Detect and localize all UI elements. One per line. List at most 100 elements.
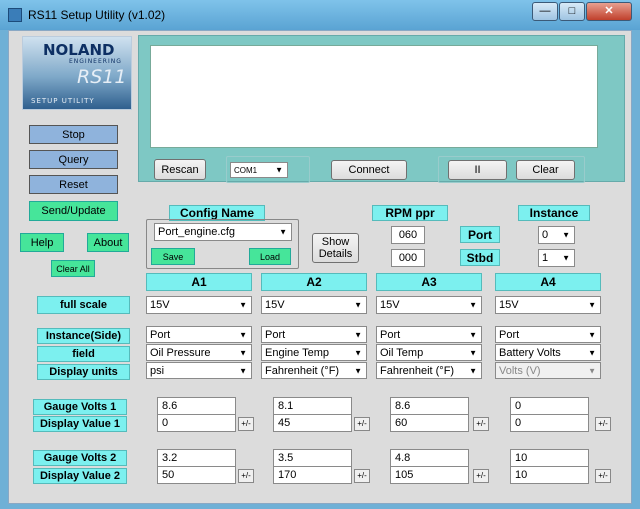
a3-plus-minus-2-button[interactable]: +/- <box>473 469 489 483</box>
a4-field-select[interactable]: Battery Volts ▼ <box>495 344 601 361</box>
minimize-button[interactable]: — <box>532 2 558 21</box>
about-button[interactable]: About <box>87 233 129 252</box>
a3-units-select[interactable]: Fahrenheit (°F) ▼ <box>376 362 482 379</box>
column-header-a3: A3 <box>376 273 482 291</box>
chevron-down-icon: ▼ <box>469 348 477 357</box>
instance-port-value: 0 <box>542 229 549 241</box>
rescan-button[interactable]: Rescan <box>154 159 206 180</box>
a2-field-select[interactable]: Engine Temp ▼ <box>261 344 367 361</box>
gauge-volts-2-label: Gauge Volts 2 <box>33 450 127 466</box>
chevron-down-icon: ▼ <box>469 366 477 375</box>
instance-stbd-value: 1 <box>542 252 549 264</box>
noland-logo: NOLAND ENGINEERING RS11 SETUP UTILITY <box>22 36 132 110</box>
a1-plus-minus-2-button[interactable]: +/- <box>238 469 254 483</box>
a2-display-value-2-input[interactable]: 170 <box>273 466 352 484</box>
maximize-button[interactable]: □ <box>559 2 585 21</box>
display-value-2-label: Display Value 2 <box>33 468 127 484</box>
a1-display-value-2-input[interactable]: 50 <box>157 466 236 484</box>
a2-gauge-volts-1-input[interactable]: 8.1 <box>273 397 352 415</box>
a1-full-scale-value: 15V <box>150 299 170 311</box>
a2-plus-minus-1-button[interactable]: +/- <box>354 417 370 431</box>
a4-full-scale-select[interactable]: 15V ▼ <box>495 296 601 314</box>
a1-full-scale-select[interactable]: 15V ▼ <box>146 296 252 314</box>
com-port-value: COM1 <box>234 165 258 175</box>
a1-display-value-1-input[interactable]: 0 <box>157 414 236 432</box>
a2-units-select[interactable]: Fahrenheit (°F) ▼ <box>261 362 367 379</box>
logo-sub: ENGINEERING <box>69 58 122 65</box>
help-button[interactable]: Help <box>20 233 64 252</box>
instance-label: Instance <box>518 205 590 221</box>
console-output[interactable] <box>150 45 598 148</box>
a3-plus-minus-1-button[interactable]: +/- <box>473 417 489 431</box>
stop-button[interactable]: Stop <box>29 125 118 144</box>
column-header-a4: A4 <box>495 273 601 291</box>
instance-stbd-select[interactable]: 1 ▼ <box>538 249 575 267</box>
instance-port-select[interactable]: 0 ▼ <box>538 226 575 244</box>
a2-units-value: Fahrenheit (°F) <box>265 364 340 377</box>
query-button[interactable]: Query <box>29 150 118 169</box>
a4-display-value-2-input[interactable]: 10 <box>510 466 589 484</box>
clear-all-button[interactable]: Clear All <box>51 260 95 277</box>
config-file-select[interactable]: Port_engine.cfg ▼ <box>154 223 292 241</box>
a2-side-select[interactable]: Port ▼ <box>261 326 367 343</box>
chevron-down-icon: ▼ <box>279 227 287 237</box>
a4-gauge-volts-1-input[interactable]: 0 <box>510 397 589 415</box>
a2-display-value-1-input[interactable]: 45 <box>273 414 352 432</box>
chevron-down-icon: ▼ <box>588 348 596 357</box>
reset-button[interactable]: Reset <box>29 175 118 194</box>
a1-gauge-volts-1-input[interactable]: 8.6 <box>157 397 236 415</box>
a1-side-value: Port <box>150 328 171 341</box>
a1-units-value: psi <box>150 364 165 377</box>
chevron-down-icon: ▼ <box>469 300 477 310</box>
a4-gauge-volts-2-input[interactable]: 10 <box>510 449 589 467</box>
pause-button[interactable]: II <box>448 160 507 180</box>
a3-full-scale-select[interactable]: 15V ▼ <box>376 296 482 314</box>
rpm-port-input[interactable]: 060 <box>391 226 425 244</box>
send-update-button[interactable]: Send/Update <box>29 201 118 221</box>
a3-display-value-1-input[interactable]: 60 <box>390 414 469 432</box>
a4-plus-minus-2-button[interactable]: +/- <box>595 469 611 483</box>
a3-gauge-volts-1-input[interactable]: 8.6 <box>390 397 469 415</box>
chevron-down-icon: ▼ <box>239 366 247 375</box>
logo-product: RS11 <box>77 66 127 88</box>
a4-side-select[interactable]: Port ▼ <box>495 326 601 343</box>
a1-field-value: Oil Pressure <box>150 346 211 359</box>
chevron-down-icon: ▼ <box>239 300 247 310</box>
chevron-down-icon: ▼ <box>588 366 596 375</box>
display-value-1-label: Display Value 1 <box>33 416 127 432</box>
a3-display-value-2-input[interactable]: 105 <box>390 466 469 484</box>
chevron-down-icon: ▼ <box>239 348 247 357</box>
com-port-select[interactable]: COM1 ▼ <box>230 162 288 178</box>
show-details-button[interactable]: Show Details <box>312 233 359 263</box>
clear-button[interactable]: Clear <box>516 160 575 180</box>
a4-plus-minus-1-button[interactable]: +/- <box>595 417 611 431</box>
connect-button[interactable]: Connect <box>331 160 407 180</box>
a2-plus-minus-2-button[interactable]: +/- <box>354 469 370 483</box>
a2-full-scale-select[interactable]: 15V ▼ <box>261 296 367 314</box>
a4-display-value-1-input[interactable]: 0 <box>510 414 589 432</box>
chevron-down-icon: ▼ <box>354 330 362 339</box>
rpm-stbd-input[interactable]: 000 <box>391 249 425 267</box>
a1-gauge-volts-2-input[interactable]: 3.2 <box>157 449 236 467</box>
save-button[interactable]: Save <box>151 248 195 265</box>
a1-units-select[interactable]: psi ▼ <box>146 362 252 379</box>
a3-side-select[interactable]: Port ▼ <box>376 326 482 343</box>
a2-field-value: Engine Temp <box>265 346 330 359</box>
a1-side-select[interactable]: Port ▼ <box>146 326 252 343</box>
close-button[interactable]: ✕ <box>586 2 632 21</box>
a4-field-value: Battery Volts <box>499 346 561 359</box>
full-scale-label: full scale <box>37 296 130 314</box>
config-file-value: Port_engine.cfg <box>158 226 236 238</box>
load-button[interactable]: Load <box>249 248 291 265</box>
a2-gauge-volts-2-input[interactable]: 3.5 <box>273 449 352 467</box>
field-label: field <box>37 346 130 362</box>
display-units-label: Display units <box>37 364 130 380</box>
a1-field-select[interactable]: Oil Pressure ▼ <box>146 344 252 361</box>
a1-plus-minus-1-button[interactable]: +/- <box>238 417 254 431</box>
a3-field-select[interactable]: Oil Temp ▼ <box>376 344 482 361</box>
instance-side-label: Instance(Side) <box>37 328 130 344</box>
column-header-a2: A2 <box>261 273 367 291</box>
a3-gauge-volts-2-input[interactable]: 4.8 <box>390 449 469 467</box>
window-title: RS11 Setup Utility (v1.02) <box>28 8 166 22</box>
chevron-down-icon: ▼ <box>588 330 596 339</box>
